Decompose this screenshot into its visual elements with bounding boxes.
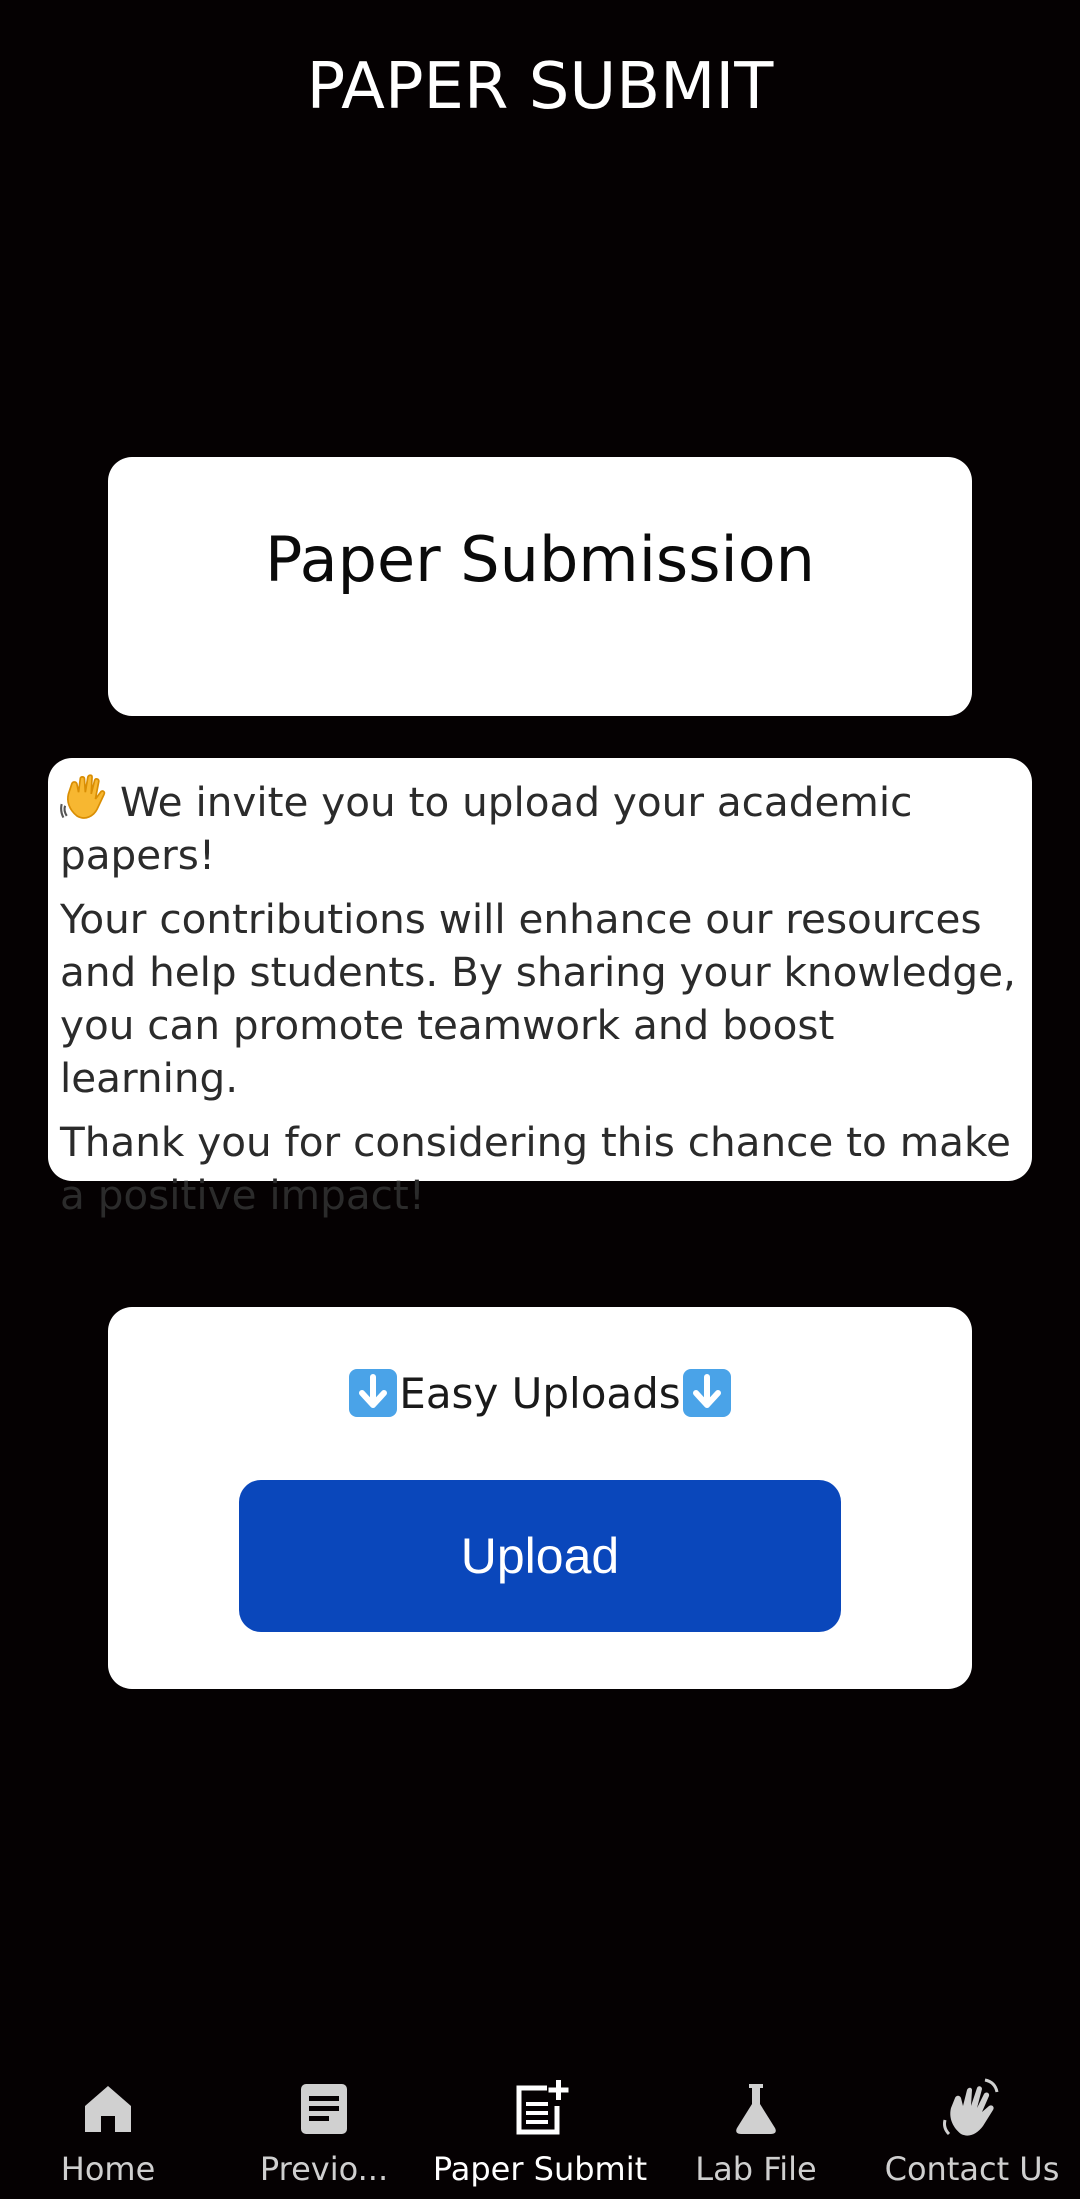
- nav-item-previous[interactable]: Previo...: [216, 2050, 432, 2199]
- info-paragraph-contributions: Your contributions will enhance our reso…: [60, 895, 1016, 1102]
- down-arrow-icon: [347, 1367, 399, 1419]
- waving-hand-icon: [60, 772, 114, 826]
- info-text-invite: We invite you to upload your academic pa…: [60, 778, 913, 879]
- bottom-navigation: Home Previo... Paper Submit Lab File Con…: [0, 2050, 1080, 2199]
- card-title: Paper Submission: [265, 523, 815, 596]
- nav-item-paper-submit[interactable]: Paper Submit: [432, 2050, 648, 2199]
- upload-button[interactable]: Upload: [239, 1480, 841, 1632]
- nav-label-home: Home: [60, 2150, 156, 2188]
- nav-item-home[interactable]: Home: [0, 2050, 216, 2199]
- info-paragraph-thanks: Thank you for considering this chance to…: [60, 1118, 1011, 1219]
- flask-icon: [736, 2084, 776, 2134]
- nav-label-previous: Previo...: [259, 2150, 389, 2188]
- down-arrow-icon: [681, 1367, 733, 1419]
- app-header: PAPER SUBMIT: [0, 0, 1080, 178]
- app-screen: PAPER SUBMIT Paper Submission We invite …: [0, 0, 1080, 2199]
- waving-hand-icon: [943, 2078, 999, 2136]
- post-add-icon: [516, 2080, 569, 2135]
- nav-item-lab-file[interactable]: Lab File: [648, 2050, 864, 2199]
- info-card: We invite you to upload your academic pa…: [48, 758, 1032, 1219]
- info-paragraph-invite: We invite you to upload your academic pa…: [60, 772, 1020, 882]
- upload-card: Easy Uploads Upload: [108, 1307, 972, 1689]
- nav-label-contact-us: Contact Us: [884, 2150, 1060, 2188]
- document-icon: [301, 2084, 347, 2134]
- nav-item-contact-us[interactable]: Contact Us: [864, 2050, 1080, 2199]
- home-icon: [85, 2086, 131, 2132]
- easy-uploads-label: Easy Uploads: [399, 1368, 681, 1418]
- page-title: PAPER SUBMIT: [306, 50, 774, 124]
- title-card: Paper Submission: [108, 457, 972, 716]
- nav-label-paper-submit: Paper Submit: [432, 2150, 648, 2188]
- easy-uploads-heading: Easy Uploads: [108, 1367, 972, 1419]
- nav-label-lab-file: Lab File: [695, 2150, 817, 2188]
